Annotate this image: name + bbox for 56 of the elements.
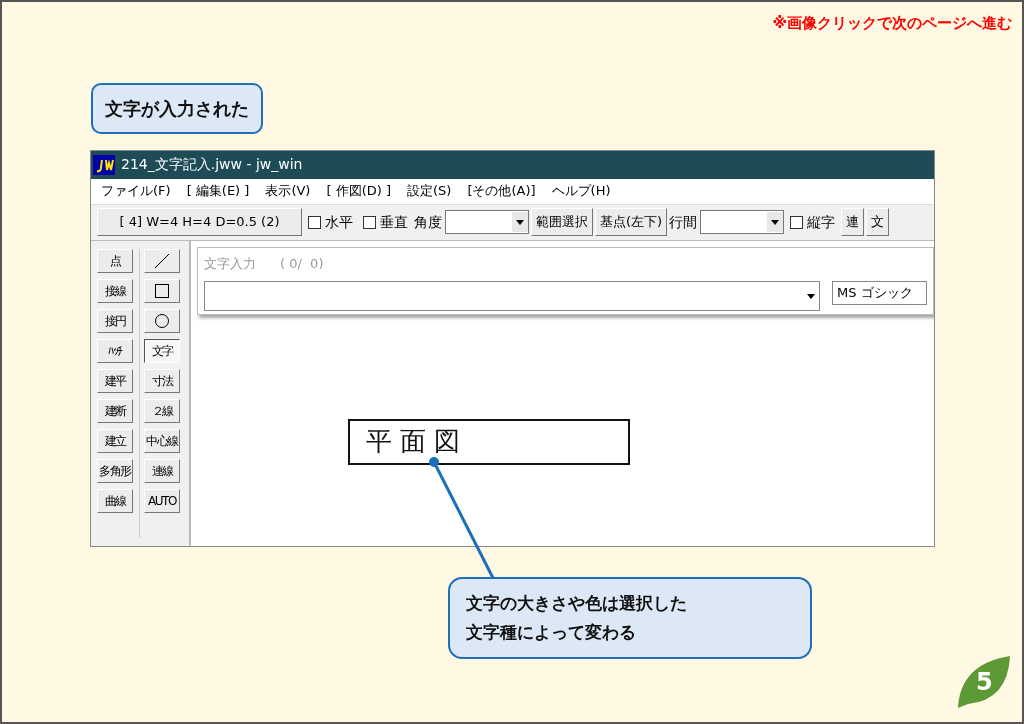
tool-button[interactable]: AUTO — [144, 488, 180, 513]
menu-item[interactable]: 設定(S) — [407, 181, 452, 201]
tool-button[interactable]: 連線 — [144, 458, 180, 483]
checkbox[interactable] — [308, 215, 321, 229]
text-input-field[interactable] — [204, 281, 820, 311]
tool-button[interactable]: 多角形 — [97, 458, 133, 483]
drawn-text: 平面図 — [366, 425, 468, 458]
menu-item[interactable]: ヘルプ(H) — [551, 181, 611, 201]
notice-text: ※画像クリックで次のページへ進む — [772, 13, 1012, 34]
callout-note-text: 文字の大きさや色は選択した文字種によって変わる — [466, 592, 688, 644]
tool-button[interactable]: 曲線 — [97, 488, 133, 513]
menu-item[interactable]: ファイル(F) — [101, 181, 171, 201]
window-title: 214_文字記入.jww - jw_win — [121, 155, 303, 174]
line-icon — [154, 252, 170, 269]
checkbox-label: 縦字 — [807, 212, 836, 232]
tool-button[interactable]: ２線 — [144, 398, 180, 423]
toolbar-button[interactable]: [ 4] W=4 H=4 D=0.5 (2) — [97, 208, 302, 236]
tool-button[interactable]: 接線 — [97, 278, 133, 303]
toolbar-button[interactable]: 文 — [866, 208, 890, 236]
dropdown-field[interactable] — [445, 210, 529, 234]
tool-button[interactable]: 接円 — [97, 308, 133, 333]
toolbar-button[interactable]: 範囲選択 — [531, 208, 593, 236]
tool-button[interactable] — [144, 278, 180, 303]
tool-button[interactable]: 文字 — [144, 338, 180, 363]
dropdown-field[interactable] — [700, 210, 785, 234]
toolbar-button[interactable]: 連 — [841, 208, 865, 236]
tool-button[interactable]: 中心線 — [144, 428, 180, 453]
checkbox-label: 水平 — [325, 212, 353, 232]
menu-item[interactable]: [ 編集(E) ] — [186, 181, 250, 201]
checkbox[interactable] — [363, 215, 376, 229]
combo-label: 角度 — [414, 212, 442, 232]
menu-item[interactable]: 表示(V) — [265, 181, 311, 201]
char-count: ( 0/ 0) — [280, 254, 324, 273]
caret-icon — [516, 219, 524, 225]
menu-item[interactable]: [ 作図(D) ] — [326, 181, 391, 201]
tool-button[interactable]: 建断 — [97, 398, 133, 423]
tool-button[interactable]: 建立 — [97, 428, 133, 453]
tool-button[interactable] — [144, 308, 180, 333]
panel-label: 文字入力 — [204, 254, 256, 273]
checkbox[interactable] — [790, 215, 804, 229]
circle-icon — [154, 312, 170, 329]
checkbox-label: 垂直 — [380, 212, 408, 232]
tool-button[interactable]: ﾊｯﾁ — [97, 338, 133, 363]
font-field[interactable]: MS ゴシック — [832, 281, 927, 305]
heading-label: 文字が入力された — [91, 82, 263, 134]
tool-button[interactable]: 点 — [97, 248, 133, 273]
rectangle-icon — [154, 282, 170, 299]
tool-button[interactable]: 建平 — [97, 368, 133, 393]
combo-label: 行間 — [669, 212, 698, 232]
tool-button[interactable]: 寸法 — [144, 368, 180, 393]
page-number: 5 — [976, 667, 993, 698]
caret-icon — [807, 293, 815, 299]
toolbar-button[interactable]: 基点(左下) — [595, 208, 668, 236]
app-logo-icon — [93, 154, 115, 175]
caret-icon — [771, 219, 780, 225]
menu-item[interactable]: [その他(A)] — [467, 181, 536, 201]
